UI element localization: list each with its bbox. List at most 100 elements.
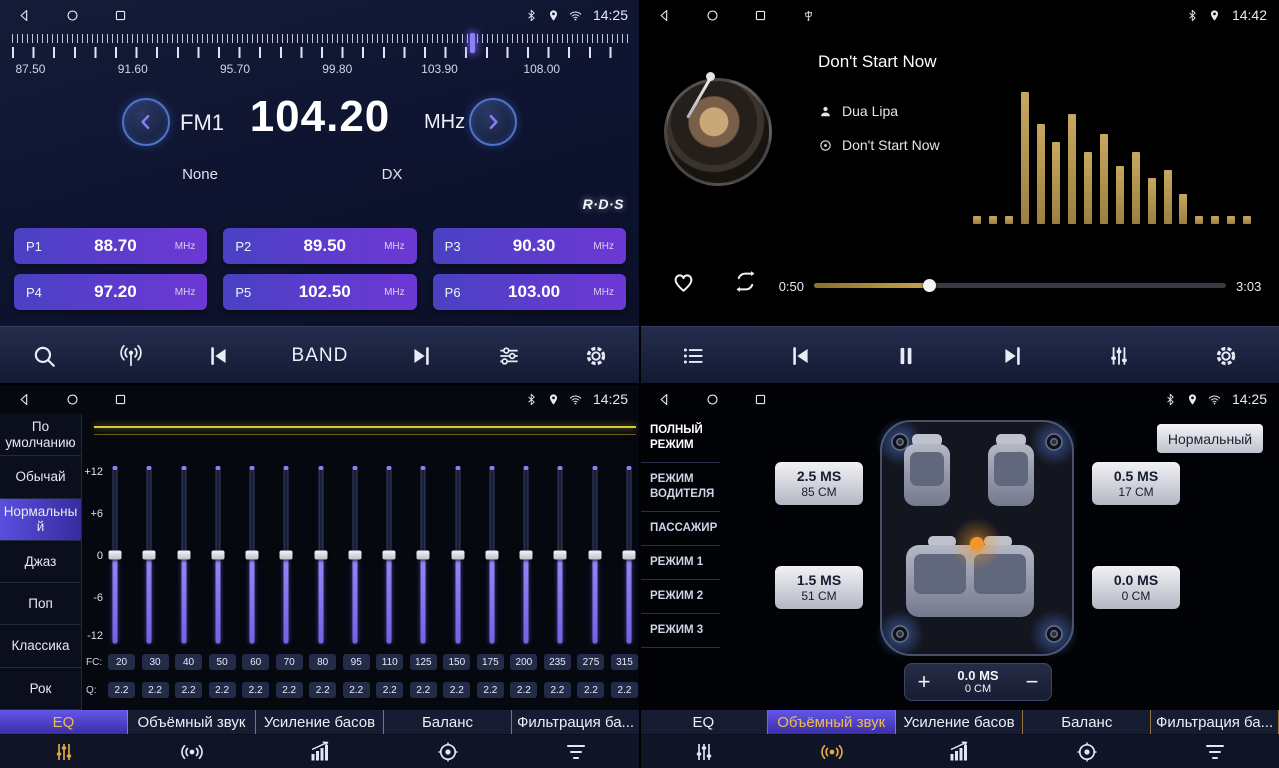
nav-recents-button[interactable]: [748, 387, 772, 411]
eq-band-slider-70[interactable]: [279, 466, 293, 644]
preset-button-p3[interactable]: P390.30MHz: [433, 228, 626, 264]
nav-back-button[interactable]: [12, 3, 36, 27]
bass-boost-icon[interactable]: [256, 735, 384, 768]
scan-button[interactable]: [31, 343, 57, 369]
slider-handle[interactable]: [554, 551, 567, 560]
eq-band-slider-30[interactable]: [142, 466, 156, 644]
nav-recents-button[interactable]: [108, 3, 132, 27]
bass-boost-icon[interactable]: [896, 735, 1024, 768]
slider-handle[interactable]: [383, 551, 396, 560]
nav-home-button[interactable]: [60, 3, 84, 27]
progress-thumb[interactable]: [923, 279, 936, 292]
eq-band-slider-95[interactable]: [348, 466, 362, 644]
preset-button-p5[interactable]: P5102.50MHz: [223, 274, 416, 310]
next-track-button[interactable]: [1000, 343, 1026, 369]
front-left-delay[interactable]: 2.5 MS 85 CM: [775, 462, 863, 505]
nav-home-button[interactable]: [700, 3, 724, 27]
slider-handle[interactable]: [314, 551, 327, 560]
eq-band-slider-20[interactable]: [108, 466, 122, 644]
eq-band-slider-125[interactable]: [416, 466, 430, 644]
eq-preset-item[interactable]: Джаз: [0, 541, 81, 583]
slider-handle[interactable]: [177, 551, 190, 560]
nav-recents-button[interactable]: [748, 3, 772, 27]
eq-preset-item[interactable]: Обычай: [0, 456, 81, 498]
tab-balance[interactable]: Баланс: [384, 710, 512, 734]
slider-handle[interactable]: [348, 551, 361, 560]
eq-preset-item[interactable]: Рок: [0, 668, 81, 710]
previous-track-button[interactable]: [787, 343, 813, 369]
slider-handle[interactable]: [109, 551, 122, 560]
eq-band-slider-150[interactable]: [451, 466, 465, 644]
eq-sliders-icon[interactable]: [640, 735, 768, 768]
eq-preset-item[interactable]: Поп: [0, 583, 81, 625]
seek-down-button[interactable]: [122, 98, 170, 146]
eq-preset-item[interactable]: Классика: [0, 625, 81, 667]
slider-handle[interactable]: [143, 551, 156, 560]
sound-mode-item[interactable]: РЕЖИМ ВОДИТЕЛЯ: [640, 463, 720, 512]
eq-band-slider-275[interactable]: [588, 466, 602, 644]
normal-preset-button[interactable]: Нормальный: [1157, 424, 1263, 453]
tab-bass-boost[interactable]: Усиление басов: [896, 710, 1024, 734]
seek-up-button[interactable]: [469, 98, 517, 146]
repeat-button[interactable]: [732, 268, 759, 295]
nav-back-button[interactable]: [652, 387, 676, 411]
slider-handle[interactable]: [211, 551, 224, 560]
tab-eq-sliders[interactable]: EQ: [640, 710, 768, 734]
balance-icon[interactable]: [1023, 735, 1151, 768]
slider-handle[interactable]: [280, 551, 293, 560]
eq-band-slider-80[interactable]: [314, 466, 328, 644]
eq-band-slider-40[interactable]: [177, 466, 191, 644]
slider-handle[interactable]: [622, 551, 635, 560]
eq-sliders-icon[interactable]: [0, 735, 128, 768]
balance-icon[interactable]: [384, 735, 512, 768]
filter-icon[interactable]: [512, 735, 640, 768]
settings-button[interactable]: [1213, 343, 1239, 369]
eq-band-slider-110[interactable]: [382, 466, 396, 644]
nav-back-button[interactable]: [652, 3, 676, 27]
nav-back-button[interactable]: [12, 387, 36, 411]
rear-left-delay[interactable]: 1.5 MS 51 CM: [775, 566, 863, 609]
tab-balance[interactable]: Баланс: [1023, 710, 1151, 734]
eq-band-slider-60[interactable]: [245, 466, 259, 644]
slider-handle[interactable]: [520, 551, 533, 560]
playlist-button[interactable]: [680, 343, 706, 369]
tab-bass-boost[interactable]: Усиление басов: [256, 710, 384, 734]
nav-recents-button[interactable]: [108, 387, 132, 411]
pause-button[interactable]: [893, 343, 919, 369]
equalizer-button[interactable]: [496, 343, 522, 369]
surround-sound-icon[interactable]: [768, 735, 896, 768]
sound-mode-item[interactable]: РЕЖИМ 3: [640, 614, 720, 648]
eq-band-slider-235[interactable]: [553, 466, 567, 644]
progress-bar[interactable]: [814, 283, 1226, 288]
nav-home-button[interactable]: [60, 387, 84, 411]
slider-handle[interactable]: [485, 551, 498, 560]
preset-button-p4[interactable]: P497.20MHz: [14, 274, 207, 310]
increase-delay-button[interactable]: +: [905, 664, 943, 700]
nav-home-button[interactable]: [700, 387, 724, 411]
eq-band-slider-200[interactable]: [519, 466, 533, 644]
slider-handle[interactable]: [417, 551, 430, 560]
slider-handle[interactable]: [588, 551, 601, 560]
equalizer-button[interactable]: [1106, 343, 1132, 369]
sound-mode-item[interactable]: ПАССАЖИР: [640, 512, 720, 546]
favorite-button[interactable]: [670, 268, 697, 295]
tab-surround-sound[interactable]: Объёмный звук: [768, 710, 896, 734]
sound-mode-item[interactable]: РЕЖИМ 2: [640, 580, 720, 614]
surround-sound-icon[interactable]: [128, 735, 256, 768]
eq-preset-item[interactable]: Нормальный: [0, 499, 81, 541]
tab-filter[interactable]: Фильтрация ба...: [1151, 710, 1279, 734]
eq-band-slider-50[interactable]: [211, 466, 225, 644]
next-station-button[interactable]: [409, 343, 435, 369]
eq-band-slider-175[interactable]: [485, 466, 499, 644]
preset-button-p6[interactable]: P6103.00MHz: [433, 274, 626, 310]
decrease-delay-button[interactable]: −: [1013, 664, 1051, 700]
broadcast-button[interactable]: [118, 343, 144, 369]
slider-handle[interactable]: [451, 551, 464, 560]
filter-icon[interactable]: [1151, 735, 1279, 768]
previous-station-button[interactable]: [205, 343, 231, 369]
band-button[interactable]: BAND: [292, 345, 349, 367]
frequency-scale[interactable]: 87.5091.6095.7099.80103.90108.00: [12, 34, 628, 82]
settings-button[interactable]: [583, 343, 609, 369]
front-right-delay[interactable]: 0.5 MS 17 CM: [1092, 462, 1180, 505]
preset-button-p1[interactable]: P188.70MHz: [14, 228, 207, 264]
